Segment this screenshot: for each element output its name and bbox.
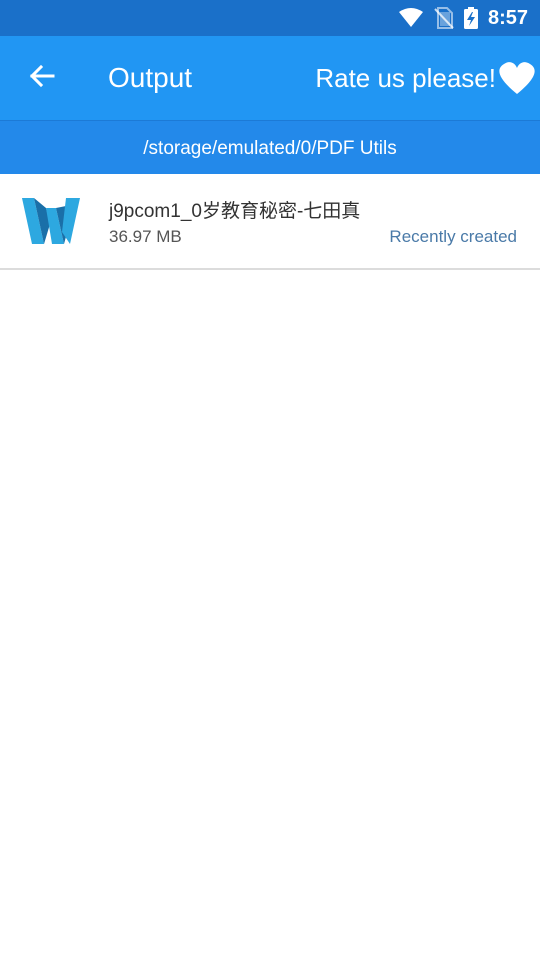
- battery-charging-icon: [463, 7, 478, 29]
- app-bar: Output Rate us please!: [0, 36, 540, 120]
- word-document-icon: [20, 196, 84, 248]
- back-button[interactable]: [18, 54, 66, 102]
- status-time: 8:57: [487, 6, 528, 29]
- no-sim-icon: [434, 7, 454, 29]
- file-name: j9pcom1_0岁教育秘密-七田真: [109, 201, 361, 222]
- rate-us-button[interactable]: Rate us please!: [315, 36, 536, 120]
- page-title: Output: [108, 62, 193, 93]
- status-icons: 8:57: [398, 0, 528, 36]
- rate-us-label: Rate us please!: [315, 62, 496, 93]
- file-list: j9pcom1_0岁教育秘密-七田真 36.97 MB Recently cre…: [0, 174, 540, 270]
- wifi-icon: [398, 8, 424, 28]
- path-breadcrumb: /storage/emulated/0/PDF Utils: [0, 120, 540, 174]
- heart-icon: [498, 61, 536, 95]
- status-bar: 8:57: [0, 0, 540, 36]
- list-item[interactable]: j9pcom1_0岁教育秘密-七田真 36.97 MB Recently cre…: [0, 174, 540, 270]
- file-status: Recently created: [389, 227, 517, 246]
- file-size: 36.97 MB: [109, 227, 182, 246]
- arrow-left-icon: [29, 64, 55, 93]
